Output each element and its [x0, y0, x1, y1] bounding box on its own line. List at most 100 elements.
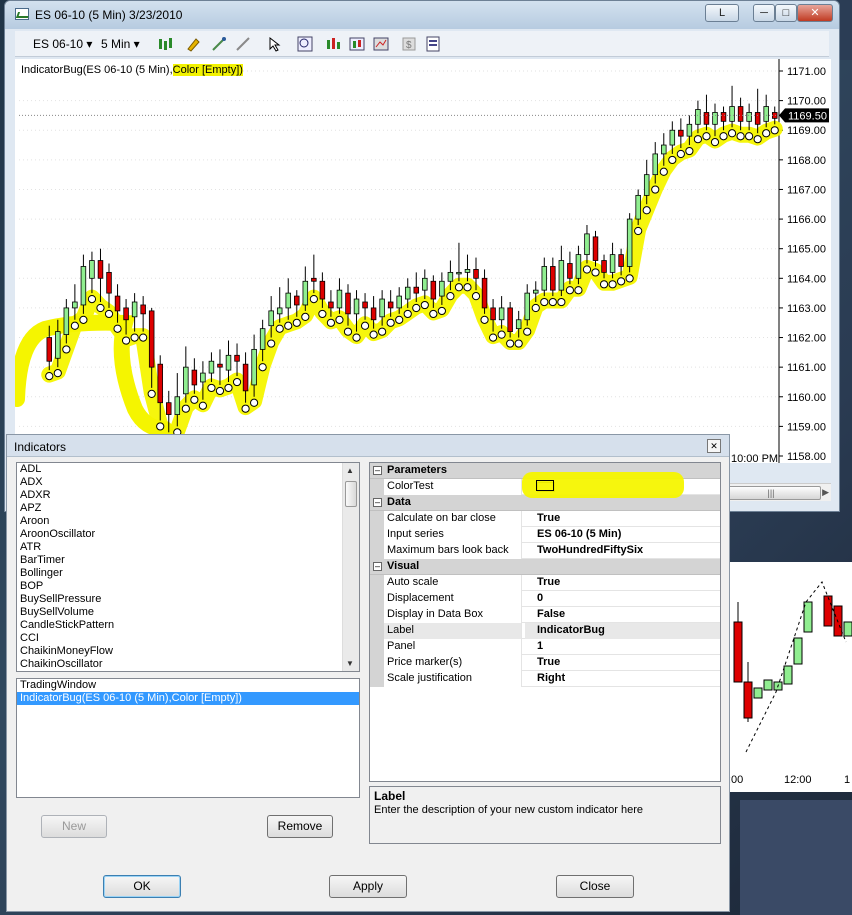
indicator-list-item[interactable]: Aroon	[17, 515, 359, 528]
indicator-list-item[interactable]: BuySellVolume	[17, 606, 359, 619]
indicators-icon[interactable]	[325, 36, 341, 52]
indicator-dot	[420, 300, 429, 310]
indicator-list-item[interactable]: ATR	[17, 541, 359, 554]
candle-body	[80, 266, 87, 306]
property-value[interactable]: 0	[525, 591, 720, 607]
zoom-icon[interactable]	[297, 36, 313, 52]
indicator-dot	[301, 312, 310, 321]
strategies-icon[interactable]	[349, 36, 365, 52]
draw-line-icon[interactable]	[235, 36, 251, 52]
property-row[interactable]: Display in Data Box False	[370, 607, 720, 623]
available-indicators-list[interactable]: ADL ADX ADXR APZ Aroon AroonOscillator ATR BarT…	[16, 462, 360, 672]
dollar-icon[interactable]: $	[401, 36, 417, 52]
property-row[interactable]: Input series ES 06-10 (5 Min)	[370, 527, 720, 543]
candle-body	[635, 194, 641, 220]
scroll-right-arrow[interactable]: ▶	[822, 487, 829, 498]
applied-indicators-list[interactable]: TradingWindow IndicatorBug(ES 06-10 (5 M…	[16, 678, 360, 798]
indicator-list-item[interactable]: CandleStickPattern	[17, 619, 359, 632]
applied-indicator-item-selected[interactable]: IndicatorBug(ES 06-10 (5 Min),Color [Emp…	[17, 692, 359, 705]
indicator-dot	[395, 315, 404, 324]
close-dialog-button[interactable]: Close	[556, 875, 634, 898]
indicator-list-item[interactable]: ADX	[17, 476, 359, 489]
chart-properties-icon[interactable]	[373, 36, 389, 52]
indicator-dot	[582, 265, 592, 274]
indicator-dot	[284, 321, 293, 330]
property-row[interactable]: Panel 1	[370, 639, 720, 655]
property-value[interactable]: Right	[525, 671, 720, 687]
candle-body	[763, 106, 769, 122]
property-value[interactable]: True	[525, 511, 720, 527]
indicators-dialog-titlebar[interactable]: Indicators ✕	[7, 435, 729, 457]
property-row-selected[interactable]: Label IndicatorBug	[370, 623, 720, 639]
indicator-list-item[interactable]: Bollinger	[17, 567, 359, 580]
indicator-list-item[interactable]: APZ	[17, 502, 359, 515]
pencil-icon[interactable]	[185, 36, 201, 52]
cursor-icon[interactable]	[267, 36, 283, 52]
applied-indicator-item[interactable]: TradingWindow	[17, 679, 359, 692]
interval-selector[interactable]: 5 Min ▾	[101, 35, 140, 53]
price-chart[interactable]: 1171.00 1170.00 1169.00 1168.00 1167.00 1166.…	[15, 59, 831, 463]
property-value[interactable]: True	[525, 655, 720, 671]
dialog-close-icon[interactable]: ✕	[707, 439, 721, 453]
indicator-list-item[interactable]: BOP	[17, 580, 359, 593]
property-row[interactable]: Auto scale True	[370, 575, 720, 591]
remove-button[interactable]: Remove	[267, 815, 333, 838]
scroll-thumb[interactable]	[345, 481, 357, 507]
indicator-list-item[interactable]: ADL	[17, 463, 359, 476]
indicator-dot	[403, 309, 412, 319]
collapse-icon[interactable]: –	[373, 562, 382, 571]
list-vertical-scrollbar[interactable]: ▲ ▼	[342, 463, 359, 671]
property-row[interactable]: Calculate on bar close True	[370, 511, 720, 527]
indicator-dot	[318, 309, 327, 319]
indicator-list-item[interactable]: CCI	[17, 632, 359, 645]
property-value[interactable]: True	[525, 575, 720, 591]
minimize-button[interactable]: ─	[753, 4, 775, 22]
indicator-list-item[interactable]: BarTimer	[17, 554, 359, 567]
collapse-icon[interactable]: –	[373, 498, 382, 507]
indicator-list-item[interactable]: ChaikinMoneyFlow	[17, 645, 359, 658]
indicator-dot	[719, 132, 728, 141]
ok-button[interactable]: OK	[103, 875, 181, 898]
collapse-icon[interactable]: –	[373, 466, 382, 475]
property-row[interactable]: Displacement 0	[370, 591, 720, 607]
instrument-selector[interactable]: ES 06-10 ▾	[33, 35, 92, 53]
category-visual[interactable]: – Visual	[370, 559, 720, 575]
property-value[interactable]: ES 06-10 (5 Min)	[525, 527, 720, 543]
candle-body	[191, 369, 198, 386]
indicator-list-item[interactable]: BuySellPressure	[17, 593, 359, 606]
property-row[interactable]: Scale justification Right	[370, 671, 720, 687]
scroll-up-arrow[interactable]: ▲	[346, 466, 354, 475]
indicator-dot	[651, 185, 660, 194]
chart-titlebar[interactable]: ES 06-10 (5 Min) 3/23/2010 L ─ □ ✕	[5, 1, 839, 29]
property-value[interactable]: TwoHundredFiftySix	[525, 543, 720, 559]
property-row[interactable]: Maximum bars look back TwoHundredFiftySix	[370, 543, 720, 559]
candle-body	[643, 174, 650, 196]
indicator-dot	[104, 309, 114, 319]
candle-body	[302, 280, 309, 306]
close-button[interactable]: ✕	[797, 4, 833, 22]
maximize-button[interactable]: □	[775, 4, 797, 22]
data-box-icon[interactable]	[425, 36, 441, 52]
property-value[interactable]: 1	[525, 639, 720, 655]
link-button[interactable]: L	[705, 4, 739, 22]
drawing-tool-icon[interactable]	[211, 36, 227, 52]
candle-body	[362, 301, 368, 309]
apply-button[interactable]: Apply	[329, 875, 407, 898]
property-row[interactable]: Price marker(s) True	[370, 655, 720, 671]
property-grid[interactable]: – Parameters ColorTest – Data Calculate on…	[369, 462, 721, 782]
bar-type-icon[interactable]	[157, 36, 173, 52]
property-value[interactable]: IndicatorBug	[525, 623, 720, 639]
indicator-dot	[480, 315, 489, 324]
candle-body	[669, 129, 676, 146]
indicator-dot	[506, 339, 515, 348]
candle-body	[541, 266, 548, 291]
scroll-down-arrow[interactable]: ▼	[346, 659, 354, 668]
new-button[interactable]: New	[41, 815, 107, 838]
property-value[interactable]: False	[525, 607, 720, 623]
indicator-dot	[232, 377, 242, 387]
indicator-list-item[interactable]: ADXR	[17, 489, 359, 502]
indicator-list-item[interactable]: AroonOscillator	[17, 528, 359, 541]
y-tick-label: 1165.00	[787, 244, 826, 256]
scroll-thumb[interactable]: |||	[721, 486, 821, 500]
indicator-list-item[interactable]: ChaikinOscillator	[17, 658, 359, 671]
